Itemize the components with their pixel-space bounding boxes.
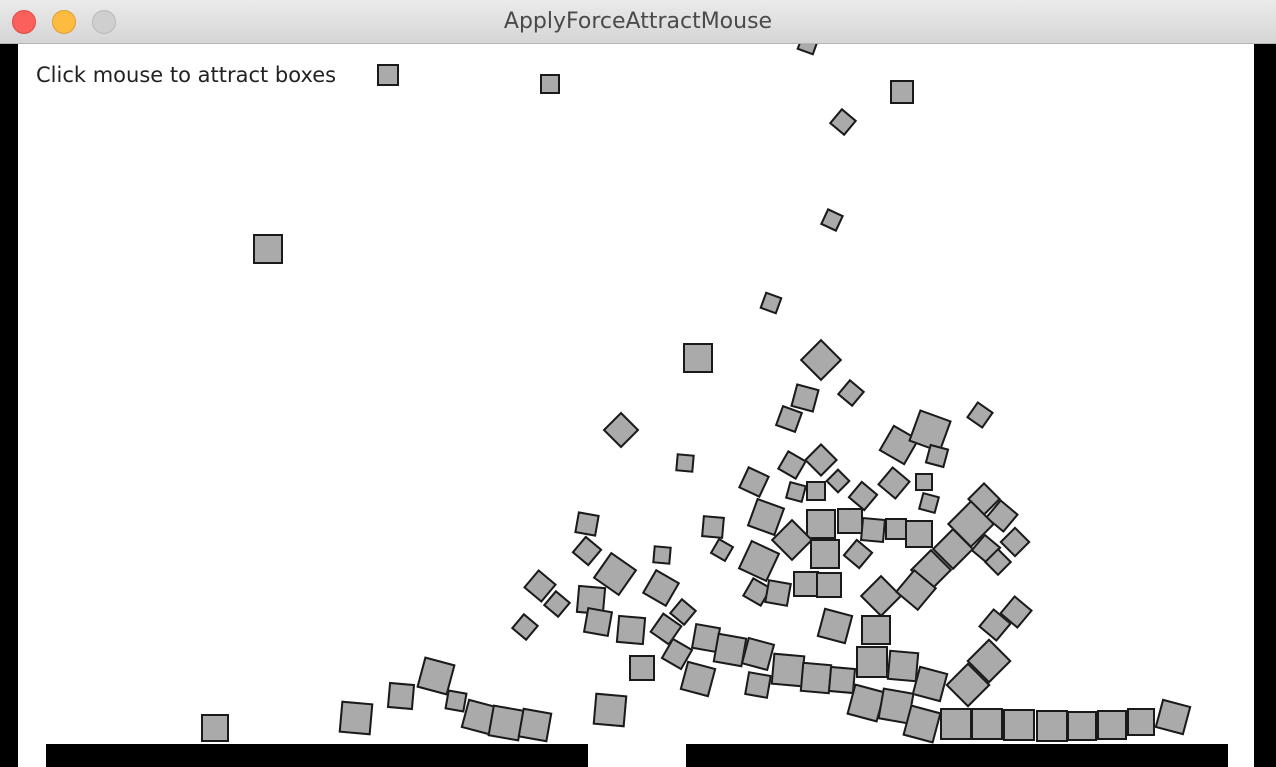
physics-box (641, 568, 681, 608)
physics-box (917, 491, 941, 515)
physics-box (571, 535, 603, 567)
physics-box (1154, 698, 1192, 736)
physics-box (774, 404, 804, 434)
physics-box (675, 453, 695, 473)
physics-box (1097, 710, 1127, 740)
physics-canvas[interactable]: Click mouse to attract boxes (18, 44, 1254, 767)
physics-box (377, 64, 399, 86)
physics-box (1003, 709, 1035, 741)
physics-box (940, 708, 972, 740)
physics-box (806, 509, 836, 539)
physics-box (737, 539, 781, 583)
physics-box (517, 707, 553, 743)
physics-box (759, 291, 783, 315)
physics-box (806, 481, 826, 501)
physics-box (902, 704, 942, 744)
physics-box (905, 520, 933, 548)
physics-box (836, 378, 866, 408)
physics-box (861, 615, 891, 645)
physics-box (1067, 711, 1097, 741)
physics-box (701, 515, 725, 539)
physics-box (859, 516, 887, 544)
physics-box (924, 443, 950, 469)
physics-box (842, 538, 874, 570)
physics-box (859, 574, 903, 618)
physics-box (629, 655, 655, 681)
physics-box (253, 234, 283, 264)
physics-box (776, 449, 808, 481)
physics-box (683, 343, 713, 373)
physics-box (764, 579, 792, 607)
physics-box (615, 614, 647, 646)
instructions-text: Click mouse to attract boxes (36, 63, 337, 87)
physics-box (799, 338, 843, 382)
physics-box (1036, 710, 1068, 742)
physics-box (582, 606, 614, 638)
physics-box (966, 401, 994, 429)
physics-box (602, 411, 640, 449)
physics-box (444, 689, 468, 713)
physics-box (574, 511, 600, 537)
physics-box (911, 665, 949, 703)
physics-box (890, 80, 914, 104)
physics-box (837, 508, 863, 534)
physics-box (885, 518, 907, 540)
physics-box (201, 714, 229, 742)
physics-box (1127, 708, 1155, 736)
physics-box (784, 480, 808, 504)
physics-box (652, 545, 672, 565)
physics-box (816, 607, 854, 645)
physics-box (810, 539, 840, 569)
physics-box (338, 700, 374, 736)
physics-box (796, 44, 820, 56)
ground-platform-left (46, 744, 588, 767)
physics-box (847, 480, 879, 512)
physics-box (386, 681, 416, 711)
physics-box (828, 107, 858, 137)
title-bar: ApplyForceAttractMouse (0, 0, 1276, 44)
physics-box (877, 466, 911, 500)
physics-box (592, 692, 628, 728)
physics-box (510, 612, 540, 642)
physics-box (856, 646, 888, 678)
physics-box (709, 537, 735, 563)
physics-box (740, 636, 776, 672)
physics-box (971, 708, 1003, 740)
physics-box (540, 74, 560, 94)
physics-box (679, 660, 717, 698)
physics-box (790, 383, 820, 413)
ground-platform-right (686, 744, 1228, 767)
physics-box (820, 208, 844, 232)
physics-box (816, 572, 842, 598)
physics-box (886, 649, 920, 683)
physics-box (915, 473, 933, 491)
physics-box (825, 468, 851, 494)
physics-box (744, 671, 772, 699)
physics-box (738, 466, 770, 498)
window-title: ApplyForceAttractMouse (503, 9, 773, 34)
